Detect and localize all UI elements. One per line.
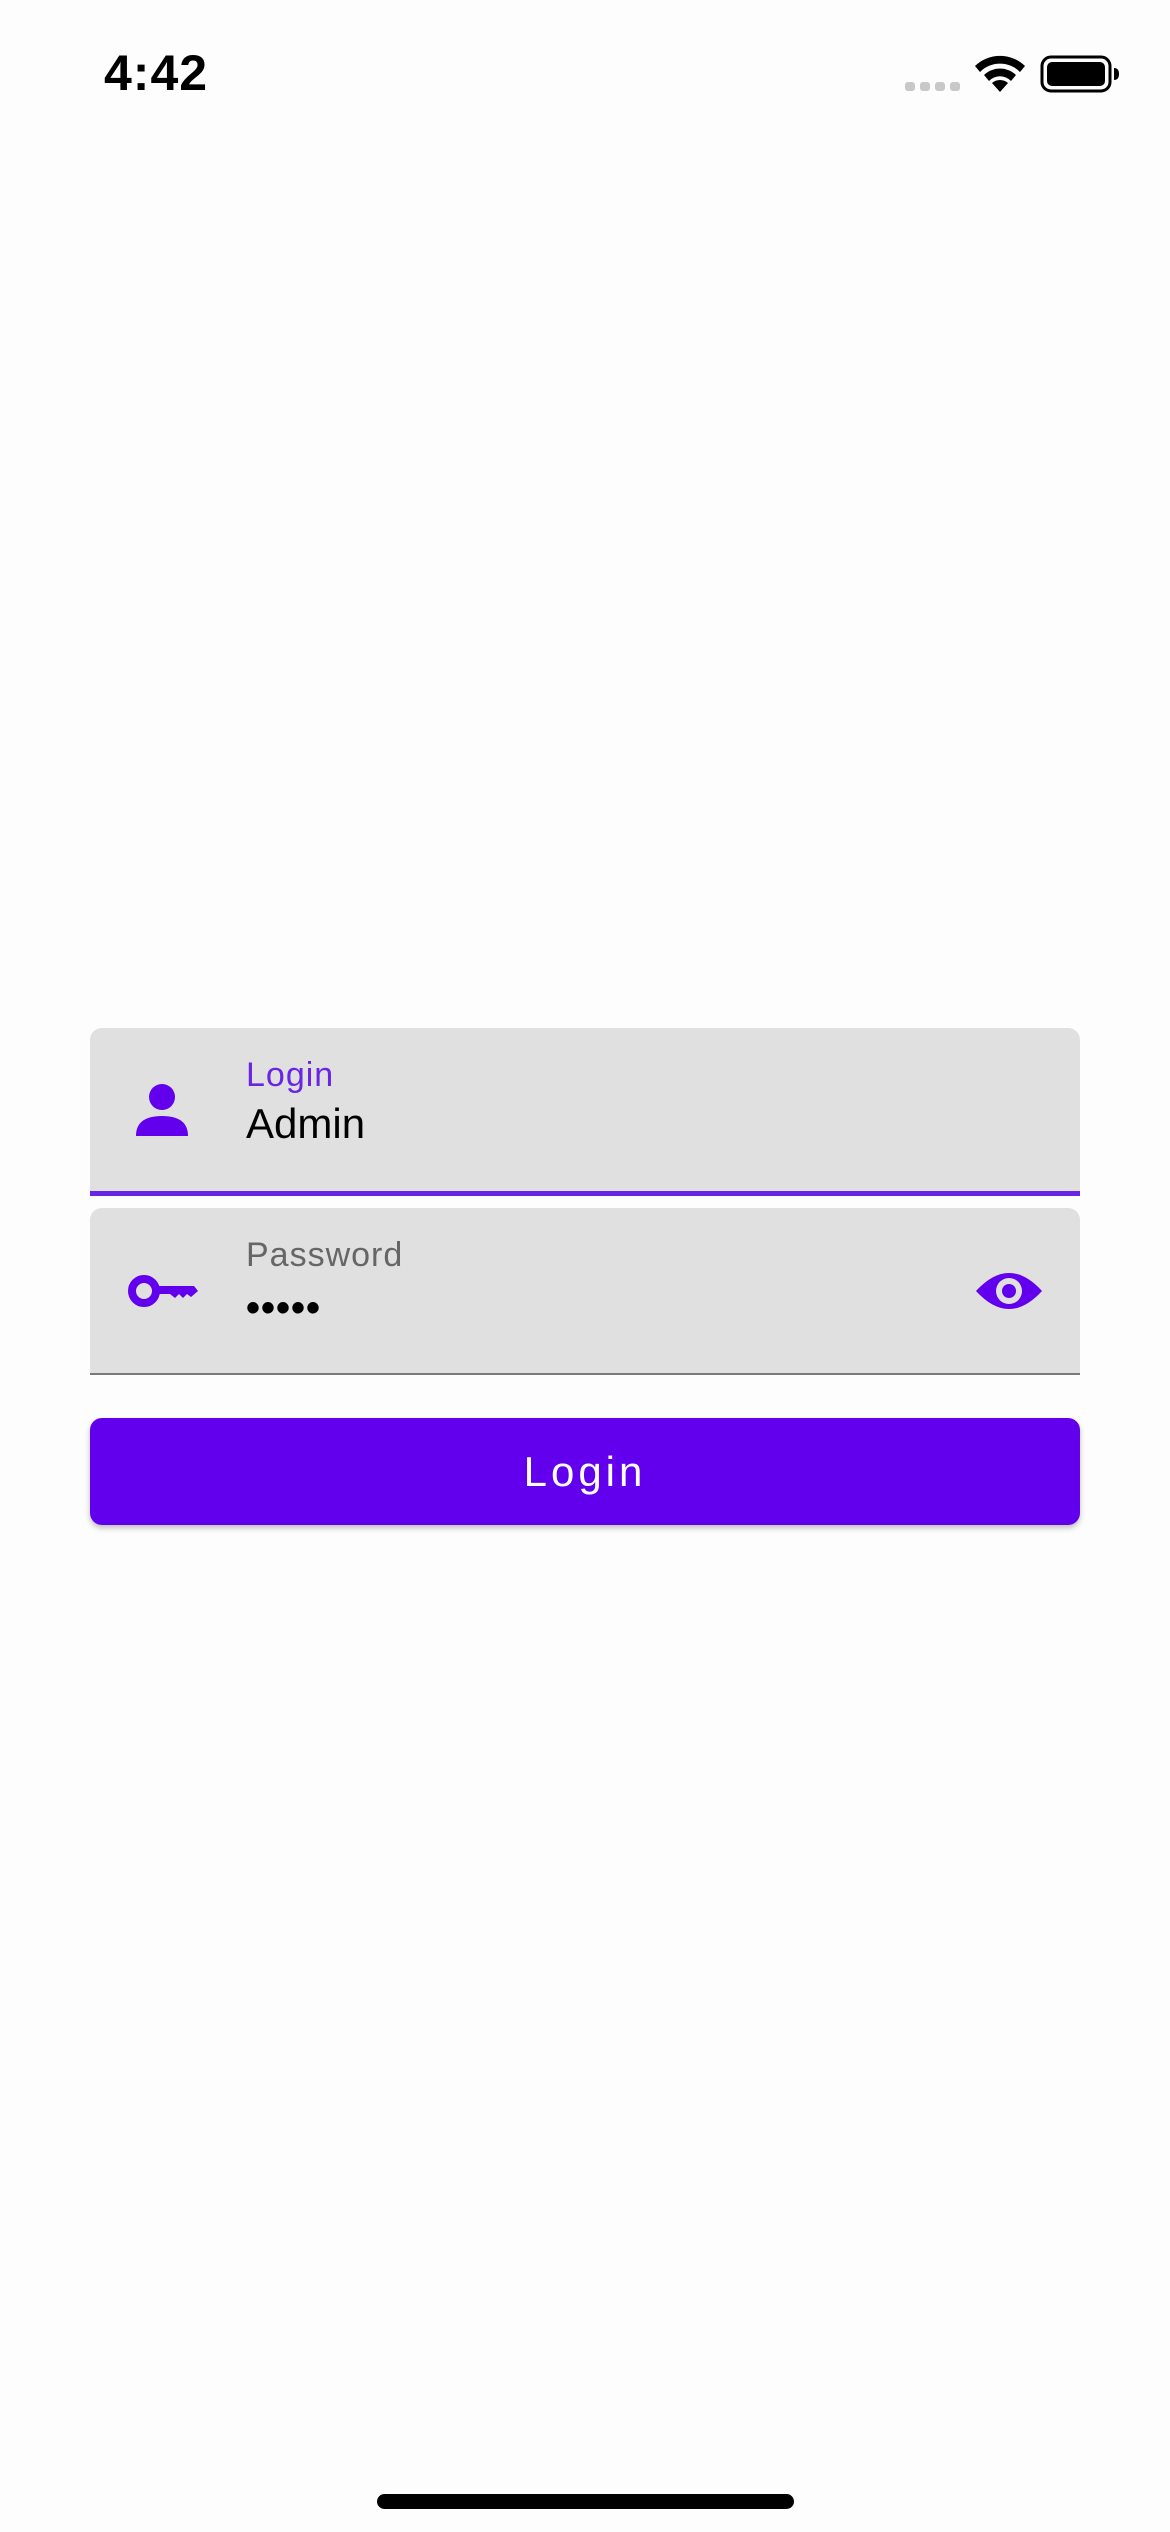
login-field-label: Login <box>246 1056 335 1094</box>
password-field-value: ••••• <box>246 1286 322 1330</box>
login-field-value: Admin <box>246 1100 366 1147</box>
password-field-label: Password <box>246 1236 404 1274</box>
password-field[interactable]: Password ••••• <box>90 1208 1080 1375</box>
login-button[interactable]: Login <box>90 1418 1080 1525</box>
home-indicator <box>377 2494 794 2509</box>
key-icon <box>128 1274 198 1307</box>
battery-icon <box>1040 55 1119 93</box>
wifi-icon <box>975 55 1025 92</box>
cellular-signal-icon <box>905 82 960 91</box>
login-screen: 4:42 Login Admin Password ••••• Login <box>0 0 1170 2532</box>
person-icon <box>136 1083 188 1136</box>
status-bar: 4:42 <box>0 0 1170 150</box>
login-field[interactable]: Login Admin <box>90 1028 1080 1196</box>
status-time: 4:42 <box>104 45 209 101</box>
eye-icon[interactable] <box>974 1265 1044 1317</box>
